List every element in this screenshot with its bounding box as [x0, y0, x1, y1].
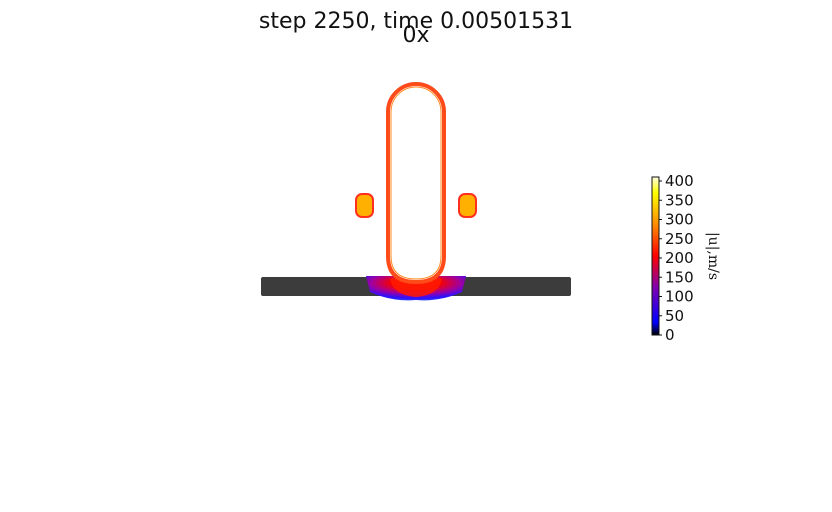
- colorbar-tick-label: 400: [665, 172, 694, 190]
- colorbar-label: |u|,m/s: [705, 232, 721, 280]
- colorbar-tick-label: 350: [665, 191, 694, 209]
- fragment-right: [458, 193, 477, 218]
- colorbar-tick-label: 50: [665, 307, 684, 325]
- colorbar: 050100 150200250300 350400 |u|,m/s: [651, 172, 721, 344]
- simulation-canvas: 050100 150200250300 350400 |u|,m/s: [261, 82, 721, 344]
- colorbar-tick-label: 150: [665, 268, 694, 286]
- colorbar-tick-label: 100: [665, 288, 694, 306]
- colorbar-tick-label: 200: [665, 249, 694, 267]
- projectile-shell: [386, 82, 446, 285]
- fragment-left: [355, 193, 374, 218]
- colorbar-tick-label: 250: [665, 230, 694, 248]
- colorbar-tick-label: 300: [665, 211, 694, 229]
- colorbar-strip: [651, 176, 660, 336]
- colorbar-tick-label: 0: [665, 326, 675, 344]
